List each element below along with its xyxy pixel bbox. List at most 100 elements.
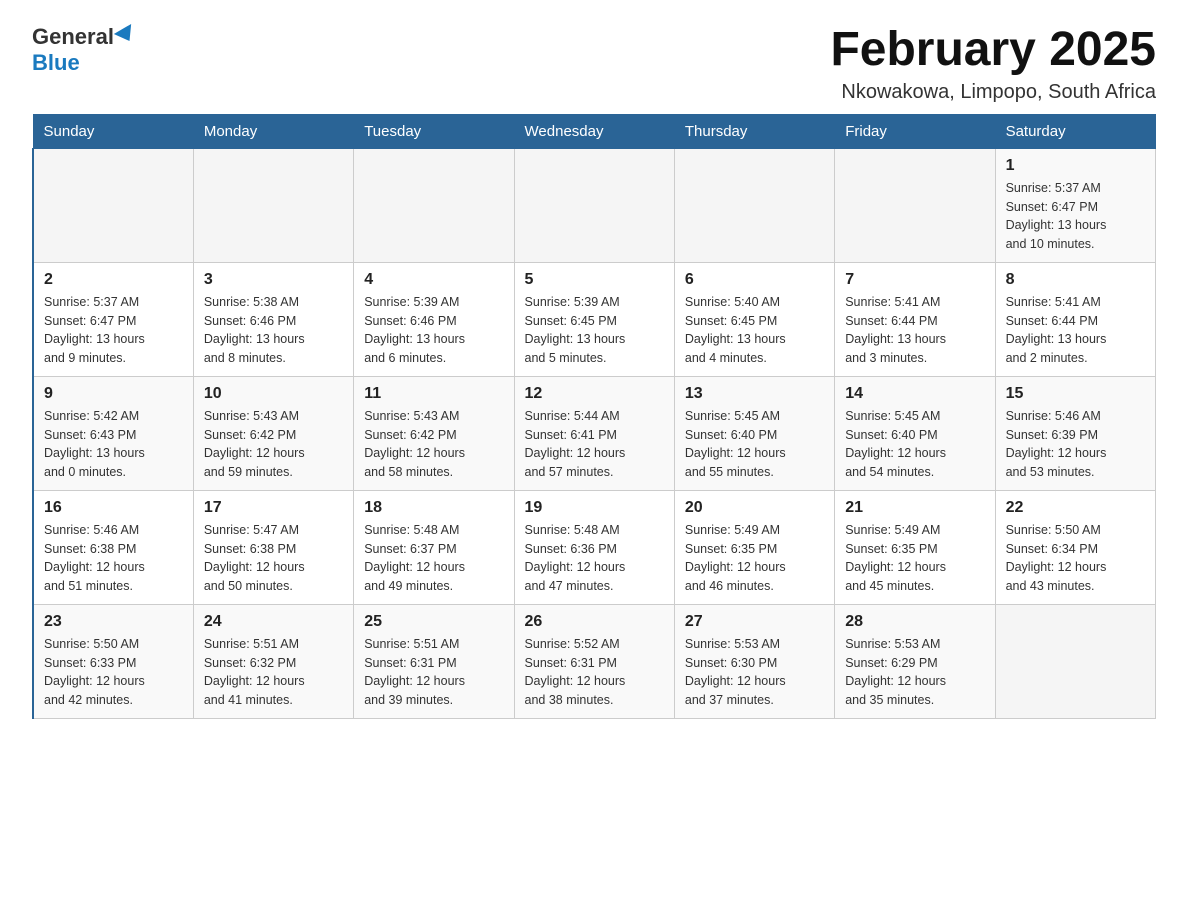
- day-info: Sunrise: 5:53 AM Sunset: 6:30 PM Dayligh…: [685, 635, 824, 710]
- logo-triangle-icon: [114, 24, 138, 46]
- page-header: General Blue February 2025 Nkowakowa, Li…: [32, 24, 1156, 104]
- day-info: Sunrise: 5:37 AM Sunset: 6:47 PM Dayligh…: [44, 293, 183, 368]
- calendar-cell: 7 Sunrise: 5:41 AM Sunset: 6:44 PM Daylig…: [835, 262, 995, 376]
- day-info: Sunrise: 5:46 AM Sunset: 6:38 PM Dayligh…: [44, 521, 183, 596]
- calendar-cell: 23 Sunrise: 5:50 AM Sunset: 6:33 PM Dayli…: [33, 604, 193, 718]
- calendar-cell: 11 Sunrise: 5:43 AM Sunset: 6:42 PM Dayli…: [354, 376, 514, 490]
- day-number: 12: [525, 385, 664, 403]
- calendar-table: SundayMondayTuesdayWednesdayThursdayFrid…: [32, 114, 1156, 719]
- day-info: Sunrise: 5:38 AM Sunset: 6:46 PM Dayligh…: [204, 293, 343, 368]
- day-header-wednesday: Wednesday: [514, 114, 674, 148]
- day-info: Sunrise: 5:40 AM Sunset: 6:45 PM Dayligh…: [685, 293, 824, 368]
- calendar-cell: 22Sunrise: 5:50 AM Sunset: 6:34 PM Dayli…: [995, 490, 1155, 604]
- day-info: Sunrise: 5:52 AM Sunset: 6:31 PM Dayligh…: [525, 635, 664, 710]
- calendar-cell: 12 Sunrise: 5:44 AM Sunset: 6:41 PM Dayli…: [514, 376, 674, 490]
- day-number: 19: [525, 499, 664, 517]
- day-info: Sunrise: 5:51 AM Sunset: 6:32 PM Dayligh…: [204, 635, 343, 710]
- day-number: 18: [364, 499, 503, 517]
- day-header-thursday: Thursday: [674, 114, 834, 148]
- day-header-friday: Friday: [835, 114, 995, 148]
- calendar-subtitle: Nkowakowa, Limpopo, South Africa: [830, 81, 1156, 104]
- day-number: 28: [845, 613, 984, 631]
- calendar-week-row: 9 Sunrise: 5:42 AM Sunset: 6:43 PM Daylig…: [33, 376, 1156, 490]
- day-number: 4: [364, 271, 503, 289]
- day-info: Sunrise: 5:51 AM Sunset: 6:31 PM Dayligh…: [364, 635, 503, 710]
- calendar-cell: 18Sunrise: 5:48 AM Sunset: 6:37 PM Dayli…: [354, 490, 514, 604]
- day-info: Sunrise: 5:45 AM Sunset: 6:40 PM Dayligh…: [845, 407, 984, 482]
- day-info: Sunrise: 5:37 AM Sunset: 6:47 PM Dayligh…: [1006, 179, 1145, 254]
- day-info: Sunrise: 5:49 AM Sunset: 6:35 PM Dayligh…: [845, 521, 984, 596]
- day-number: 14: [845, 385, 984, 403]
- calendar-cell: [193, 148, 353, 262]
- calendar-cell: 28 Sunrise: 5:53 AM Sunset: 6:29 PM Dayli…: [835, 604, 995, 718]
- day-number: 22: [1006, 499, 1145, 517]
- day-info: Sunrise: 5:53 AM Sunset: 6:29 PM Dayligh…: [845, 635, 984, 710]
- calendar-cell: 25 Sunrise: 5:51 AM Sunset: 6:31 PM Dayli…: [354, 604, 514, 718]
- day-number: 6: [685, 271, 824, 289]
- day-number: 10: [204, 385, 343, 403]
- day-number: 3: [204, 271, 343, 289]
- logo-general-text: General: [32, 24, 114, 50]
- day-number: 15: [1006, 385, 1145, 403]
- calendar-cell: 2 Sunrise: 5:37 AM Sunset: 6:47 PM Daylig…: [33, 262, 193, 376]
- calendar-week-row: 16 Sunrise: 5:46 AM Sunset: 6:38 PM Dayli…: [33, 490, 1156, 604]
- calendar-cell: 27 Sunrise: 5:53 AM Sunset: 6:30 PM Dayli…: [674, 604, 834, 718]
- day-number: 23: [44, 613, 183, 631]
- day-info: Sunrise: 5:45 AM Sunset: 6:40 PM Dayligh…: [685, 407, 824, 482]
- calendar-cell: [995, 604, 1155, 718]
- calendar-header-row: SundayMondayTuesdayWednesdayThursdayFrid…: [33, 114, 1156, 148]
- day-number: 24: [204, 613, 343, 631]
- day-info: Sunrise: 5:46 AM Sunset: 6:39 PM Dayligh…: [1006, 407, 1145, 482]
- calendar-cell: 14 Sunrise: 5:45 AM Sunset: 6:40 PM Dayli…: [835, 376, 995, 490]
- day-info: Sunrise: 5:48 AM Sunset: 6:36 PM Dayligh…: [525, 521, 664, 596]
- day-info: Sunrise: 5:44 AM Sunset: 6:41 PM Dayligh…: [525, 407, 664, 482]
- day-info: Sunrise: 5:49 AM Sunset: 6:35 PM Dayligh…: [685, 521, 824, 596]
- day-number: 21: [845, 499, 984, 517]
- day-number: 9: [44, 385, 183, 403]
- day-number: 11: [364, 385, 503, 403]
- day-number: 7: [845, 271, 984, 289]
- calendar-title: February 2025: [830, 24, 1156, 77]
- day-header-monday: Monday: [193, 114, 353, 148]
- logo-blue-text: Blue: [32, 50, 80, 76]
- calendar-cell: [674, 148, 834, 262]
- calendar-cell: 8Sunrise: 5:41 AM Sunset: 6:44 PM Daylig…: [995, 262, 1155, 376]
- day-info: Sunrise: 5:42 AM Sunset: 6:43 PM Dayligh…: [44, 407, 183, 482]
- calendar-week-row: 1Sunrise: 5:37 AM Sunset: 6:47 PM Daylig…: [33, 148, 1156, 262]
- day-number: 5: [525, 271, 664, 289]
- calendar-cell: [354, 148, 514, 262]
- day-info: Sunrise: 5:39 AM Sunset: 6:46 PM Dayligh…: [364, 293, 503, 368]
- calendar-cell: 3 Sunrise: 5:38 AM Sunset: 6:46 PM Daylig…: [193, 262, 353, 376]
- calendar-cell: 21 Sunrise: 5:49 AM Sunset: 6:35 PM Dayli…: [835, 490, 995, 604]
- day-info: Sunrise: 5:41 AM Sunset: 6:44 PM Dayligh…: [845, 293, 984, 368]
- day-number: 2: [44, 271, 183, 289]
- day-info: Sunrise: 5:39 AM Sunset: 6:45 PM Dayligh…: [525, 293, 664, 368]
- day-info: Sunrise: 5:43 AM Sunset: 6:42 PM Dayligh…: [204, 407, 343, 482]
- day-number: 26: [525, 613, 664, 631]
- day-number: 27: [685, 613, 824, 631]
- day-info: Sunrise: 5:41 AM Sunset: 6:44 PM Dayligh…: [1006, 293, 1145, 368]
- calendar-cell: 17Sunrise: 5:47 AM Sunset: 6:38 PM Dayli…: [193, 490, 353, 604]
- calendar-cell: 20Sunrise: 5:49 AM Sunset: 6:35 PM Dayli…: [674, 490, 834, 604]
- calendar-cell: [514, 148, 674, 262]
- day-info: Sunrise: 5:43 AM Sunset: 6:42 PM Dayligh…: [364, 407, 503, 482]
- calendar-cell: 19 Sunrise: 5:48 AM Sunset: 6:36 PM Dayli…: [514, 490, 674, 604]
- day-header-sunday: Sunday: [33, 114, 193, 148]
- day-info: Sunrise: 5:50 AM Sunset: 6:33 PM Dayligh…: [44, 635, 183, 710]
- day-header-saturday: Saturday: [995, 114, 1155, 148]
- calendar-cell: 6 Sunrise: 5:40 AM Sunset: 6:45 PM Daylig…: [674, 262, 834, 376]
- logo: General Blue: [32, 24, 136, 76]
- calendar-week-row: 23 Sunrise: 5:50 AM Sunset: 6:33 PM Dayli…: [33, 604, 1156, 718]
- calendar-cell: 1Sunrise: 5:37 AM Sunset: 6:47 PM Daylig…: [995, 148, 1155, 262]
- calendar-cell: 5 Sunrise: 5:39 AM Sunset: 6:45 PM Daylig…: [514, 262, 674, 376]
- day-number: 16: [44, 499, 183, 517]
- day-number: 13: [685, 385, 824, 403]
- day-number: 17: [204, 499, 343, 517]
- calendar-cell: 26 Sunrise: 5:52 AM Sunset: 6:31 PM Dayli…: [514, 604, 674, 718]
- title-block: February 2025 Nkowakowa, Limpopo, South …: [830, 24, 1156, 104]
- calendar-cell: 16 Sunrise: 5:46 AM Sunset: 6:38 PM Dayli…: [33, 490, 193, 604]
- calendar-cell: [835, 148, 995, 262]
- day-number: 25: [364, 613, 503, 631]
- calendar-cell: 15 Sunrise: 5:46 AM Sunset: 6:39 PM Dayli…: [995, 376, 1155, 490]
- calendar-cell: 24 Sunrise: 5:51 AM Sunset: 6:32 PM Dayli…: [193, 604, 353, 718]
